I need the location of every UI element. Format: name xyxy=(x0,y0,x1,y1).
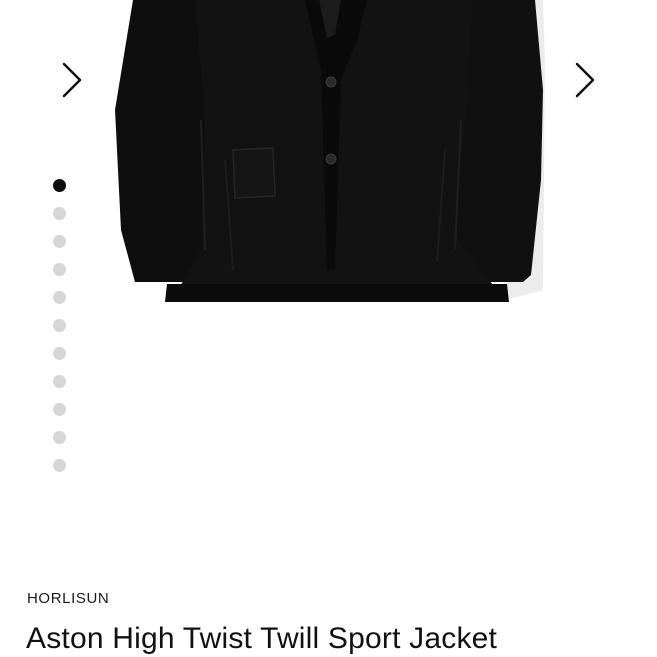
pagination-dot[interactable] xyxy=(53,459,66,472)
pagination-dot[interactable] xyxy=(53,375,66,388)
pagination-dot[interactable] xyxy=(53,263,66,276)
pagination-dot[interactable] xyxy=(53,291,66,304)
pagination-dot[interactable] xyxy=(53,207,66,220)
product-photo-jacket[interactable] xyxy=(105,0,555,310)
gallery-pagination-dots xyxy=(53,179,67,487)
brand-name[interactable]: HORLISUN xyxy=(27,590,109,607)
pagination-dot[interactable] xyxy=(53,403,66,416)
next-image-button[interactable] xyxy=(565,58,605,102)
pagination-dot[interactable] xyxy=(53,235,66,248)
pagination-dot-active[interactable] xyxy=(53,179,66,192)
chevron-right-icon xyxy=(62,62,82,98)
pagination-dot[interactable] xyxy=(53,319,66,332)
chevron-right-icon xyxy=(575,62,595,98)
pagination-dot[interactable] xyxy=(53,347,66,360)
product-image-gallery xyxy=(0,0,657,560)
product-title: Aston High Twist Twill Sport Jacket xyxy=(26,622,498,655)
previous-image-button[interactable] xyxy=(52,58,92,102)
pagination-dot[interactable] xyxy=(53,431,66,444)
